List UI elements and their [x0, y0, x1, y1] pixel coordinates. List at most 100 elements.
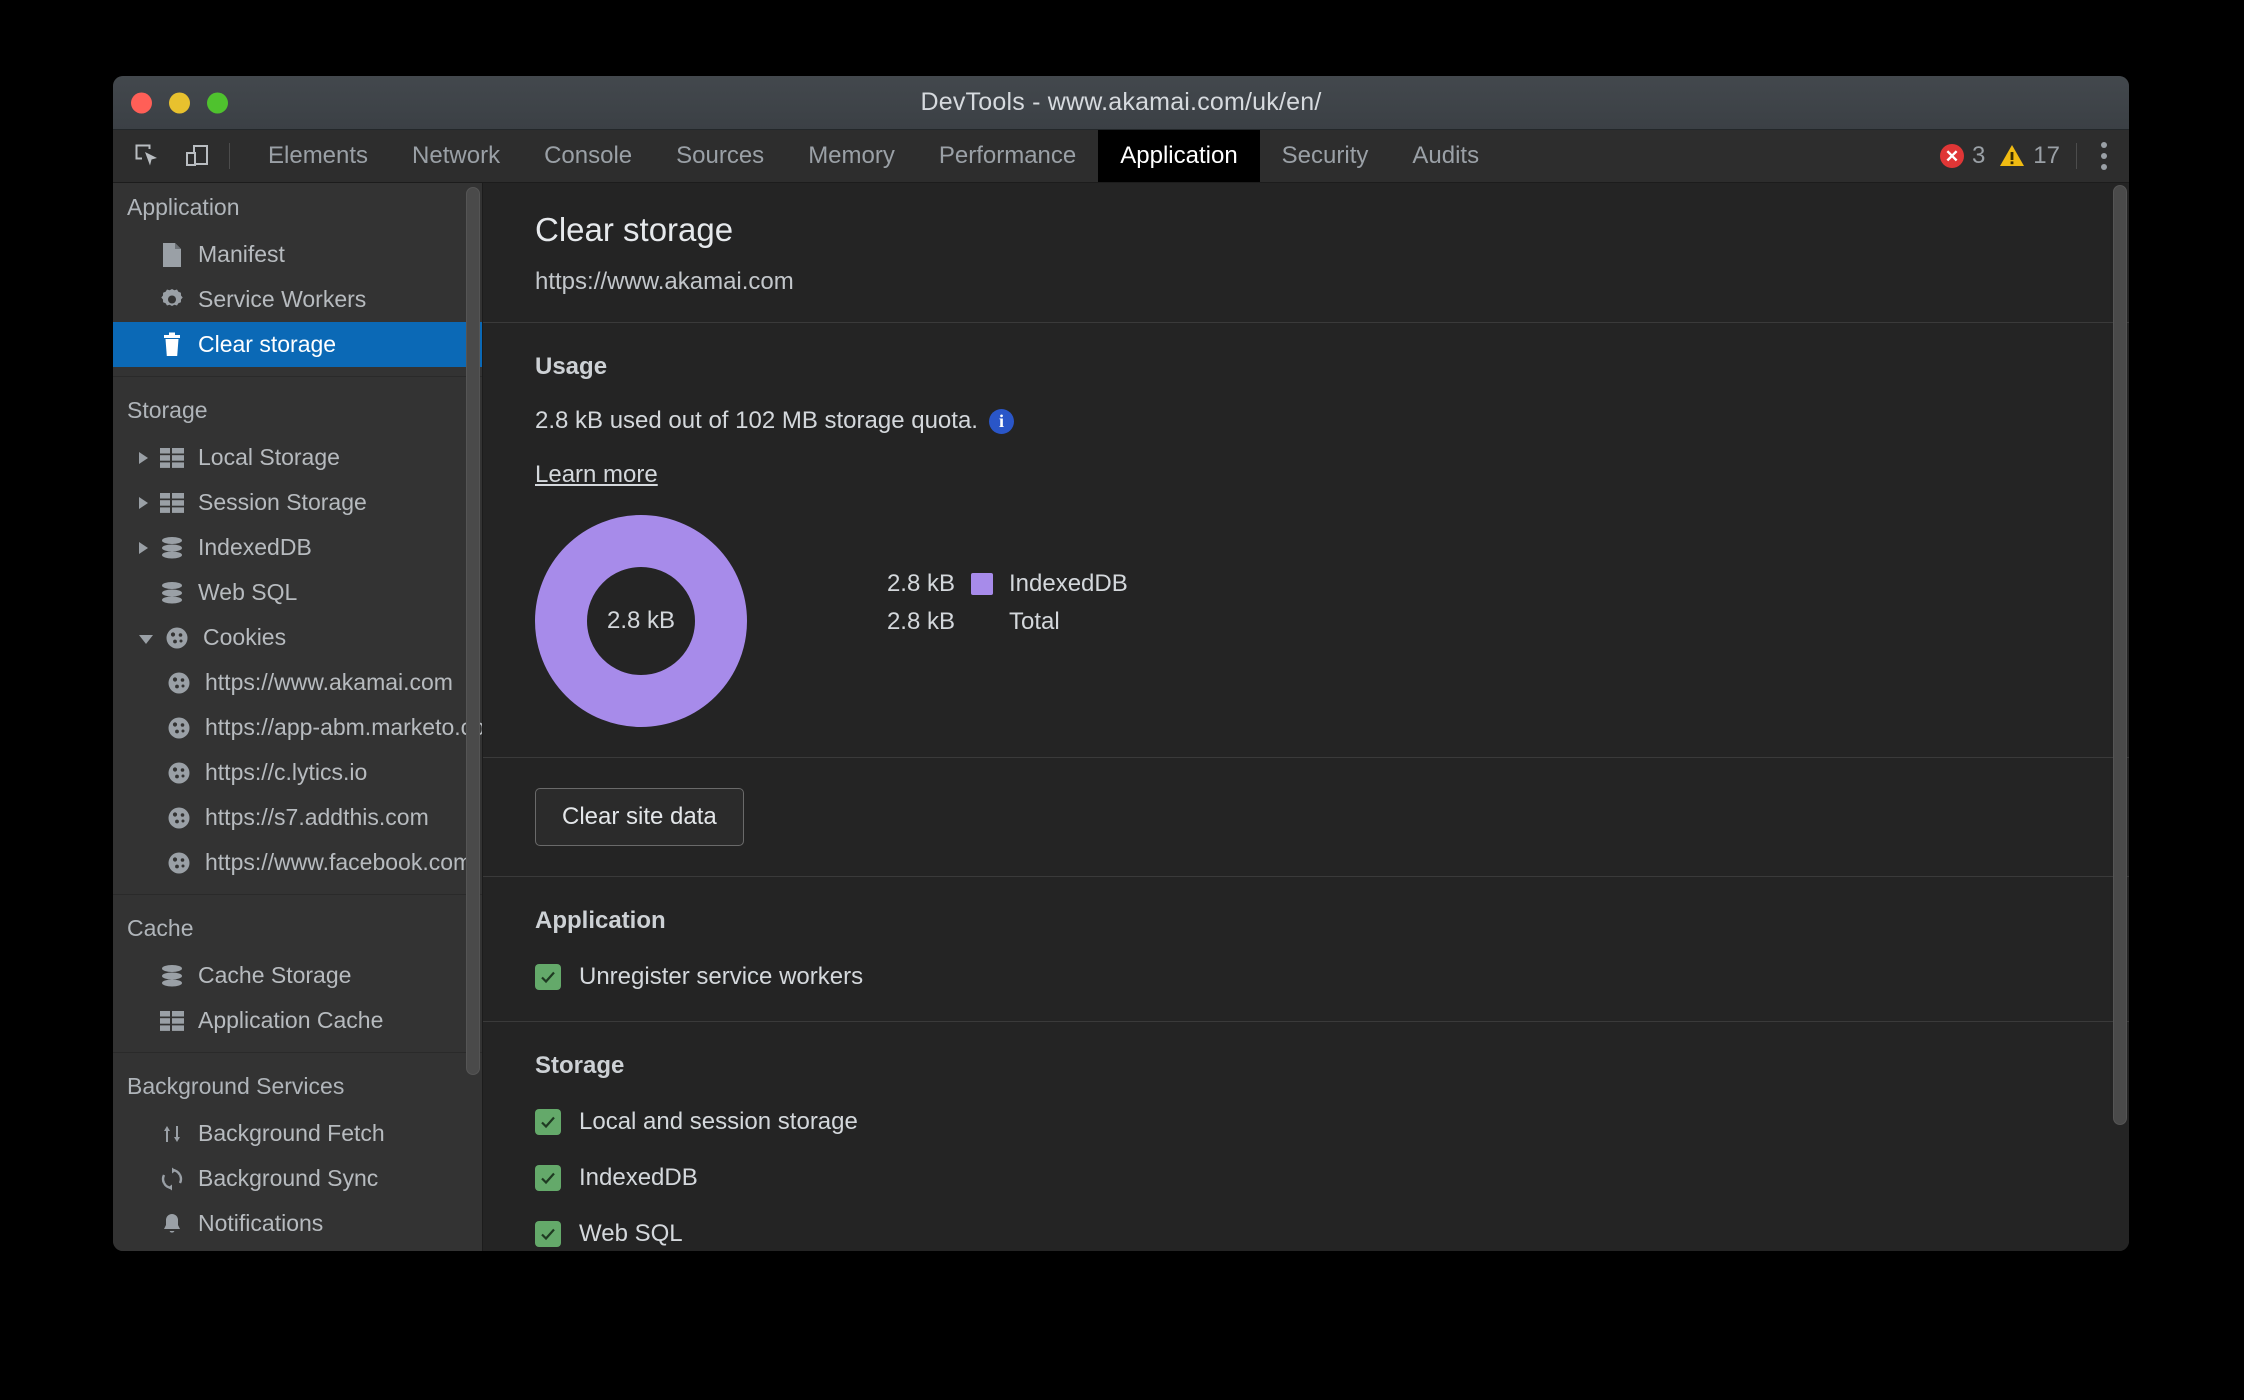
sidebar-item-cookie-addthis[interactable]: https://s7.addthis.com: [113, 795, 482, 840]
checkbox-unregister-service-workers[interactable]: Unregister service workers: [535, 963, 2129, 991]
checkbox-indexeddb[interactable]: IndexedDB: [535, 1164, 2129, 1192]
sidebar-item-cookies[interactable]: Cookies: [113, 615, 482, 660]
sidebar-item-label: https://c.lytics.io: [205, 759, 368, 785]
legend-swatch-indexeddb: [971, 573, 993, 595]
sidebar-item-cache-storage[interactable]: Cache Storage: [113, 953, 482, 998]
chart-legend: 2.8 kB IndexedDB 2.8 kB Total: [877, 565, 1128, 641]
chevron-right-icon[interactable]: [139, 541, 148, 554]
cookie-icon: [165, 759, 193, 787]
sidebar-item-label: Clear storage: [198, 331, 337, 357]
sidebar-item-background-fetch[interactable]: Background Fetch: [113, 1111, 482, 1156]
database-icon: [158, 962, 186, 990]
warning-count: 17: [2033, 142, 2060, 169]
donut-center-label: 2.8 kB: [606, 607, 676, 634]
chevron-down-icon[interactable]: [139, 634, 153, 644]
tabbar-tools: [113, 130, 246, 182]
close-button[interactable]: [131, 92, 152, 113]
gear-icon: [158, 286, 186, 314]
sidebar-item-clear-storage[interactable]: Clear storage: [113, 322, 482, 367]
sidebar-item-cookie-lytics[interactable]: https://c.lytics.io: [113, 750, 482, 795]
tab-application[interactable]: Application: [1098, 130, 1260, 182]
tab-network[interactable]: Network: [390, 130, 522, 182]
sidebar-item-label: Service Workers: [198, 286, 367, 312]
main-scrollbar-thumb[interactable]: [2113, 185, 2127, 1125]
sidebar-item-indexeddb[interactable]: IndexedDB: [113, 525, 482, 570]
tab-label: Audits: [1412, 142, 1480, 169]
sidebar-item-label: https://www.facebook.com: [205, 849, 473, 875]
table-icon: [158, 1007, 186, 1035]
sidebar-item-application-cache[interactable]: Application Cache: [113, 998, 482, 1043]
inspect-element-icon[interactable]: [127, 136, 167, 176]
tab-console[interactable]: Console: [522, 130, 654, 182]
sidebar-item-label: Application Cache: [198, 1007, 384, 1033]
storage-donut-chart[interactable]: 2.8 kB: [535, 515, 747, 727]
sidebar-item-local-storage[interactable]: Local Storage: [113, 435, 482, 480]
error-badge[interactable]: ✕ 3: [1939, 142, 1986, 170]
sidebar-item-payment-handler[interactable]: Payment Handler: [113, 1246, 482, 1251]
checkmark-icon: [535, 1109, 561, 1135]
usage-quota-text: 2.8 kB used out of 102 MB storage quota.: [535, 407, 978, 434]
usage-section: Usage 2.8 kB used out of 102 MB storage …: [483, 323, 2129, 758]
clear-storage-panel: Clear storage https://www.akamai.com Usa…: [483, 183, 2129, 1251]
sidebar-section-application: Application Manifest Service Workers Cle…: [113, 183, 482, 367]
checkbox-local-and-session-storage[interactable]: Local and session storage: [535, 1108, 2129, 1136]
sidebar-item-cookie-akamai[interactable]: https://www.akamai.com: [113, 660, 482, 705]
main-scroll-area: Clear storage https://www.akamai.com Usa…: [483, 183, 2129, 1251]
tab-elements[interactable]: Elements: [246, 130, 390, 182]
sidebar-divider: [113, 1052, 482, 1053]
sidebar-item-label: Web SQL: [198, 579, 298, 605]
storage-heading: Storage: [535, 1052, 625, 1079]
sidebar-item-background-sync[interactable]: Background Sync: [113, 1156, 482, 1201]
info-icon[interactable]: i: [988, 408, 1014, 434]
sidebar-item-label: Session Storage: [198, 489, 367, 515]
panel-tabs: Elements Network Console Sources Memory …: [246, 130, 1501, 182]
clear-button-section: Clear site data: [483, 758, 2129, 877]
sidebar-item-web-sql[interactable]: Web SQL: [113, 570, 482, 615]
sidebar-item-session-storage[interactable]: Session Storage: [113, 480, 482, 525]
sidebar-scrollbar-thumb[interactable]: [466, 187, 480, 1075]
sidebar-section-storage: Storage Local Storage Session Storage In…: [113, 386, 482, 885]
clear-site-data-button[interactable]: Clear site data: [535, 788, 744, 846]
titlebar: DevTools - www.akamai.com/uk/en/: [113, 76, 2129, 130]
storage-options-section: Storage Local and session storage Indexe…: [483, 1022, 2129, 1251]
tab-label: Application: [1120, 142, 1238, 169]
checkmark-icon: [535, 1165, 561, 1191]
window-controls: [131, 92, 228, 113]
sidebar-divider: [113, 894, 482, 895]
more-options-icon[interactable]: [2093, 134, 2115, 178]
sidebar-section-cache: Cache Cache Storage Application Cache: [113, 904, 482, 1043]
learn-more-link[interactable]: Learn more: [535, 461, 658, 489]
sidebar-item-label: Background Fetch: [198, 1120, 385, 1146]
tab-audits[interactable]: Audits: [1390, 130, 1501, 182]
tab-label: Performance: [938, 142, 1077, 169]
usage-quota-line: 2.8 kB used out of 102 MB storage quota.…: [535, 407, 2129, 435]
usage-heading: Usage: [535, 353, 608, 380]
tab-performance[interactable]: Performance: [917, 130, 1098, 182]
sidebar-header-cache: Cache: [127, 915, 194, 941]
sidebar-item-label: Manifest: [198, 241, 285, 267]
sidebar-item-cookie-marketo[interactable]: https://app-abm.marketo.com: [113, 705, 482, 750]
sidebar-item-notifications[interactable]: Notifications: [113, 1201, 482, 1246]
warning-badge[interactable]: 17: [1999, 142, 2060, 170]
chevron-right-icon[interactable]: [139, 451, 148, 464]
sidebar-item-cookie-facebook[interactable]: https://www.facebook.com: [113, 840, 482, 885]
tab-sources[interactable]: Sources: [654, 130, 786, 182]
minimize-button[interactable]: [169, 92, 190, 113]
checkbox-web-sql[interactable]: Web SQL: [535, 1220, 2129, 1248]
checkmark-icon: [535, 1221, 561, 1247]
device-toolbar-icon[interactable]: [177, 136, 217, 176]
tab-security[interactable]: Security: [1260, 130, 1391, 182]
window-title: DevTools - www.akamai.com/uk/en/: [920, 88, 1322, 116]
sidebar-divider: [113, 376, 482, 377]
tab-memory[interactable]: Memory: [786, 130, 917, 182]
sidebar-header-storage: Storage: [127, 397, 208, 423]
sidebar-item-service-workers[interactable]: Service Workers: [113, 277, 482, 322]
chevron-right-icon[interactable]: [139, 496, 148, 509]
legend-row-total: 2.8 kB Total: [877, 603, 1128, 641]
sidebar-item-manifest[interactable]: Manifest: [113, 232, 482, 277]
zoom-button[interactable]: [207, 92, 228, 113]
error-count: 3: [1971, 142, 1986, 169]
application-sidebar[interactable]: Application Manifest Service Workers Cle…: [113, 183, 483, 1251]
sidebar-item-label: Local Storage: [198, 444, 340, 470]
sidebar-item-label: https://www.akamai.com: [205, 669, 453, 695]
